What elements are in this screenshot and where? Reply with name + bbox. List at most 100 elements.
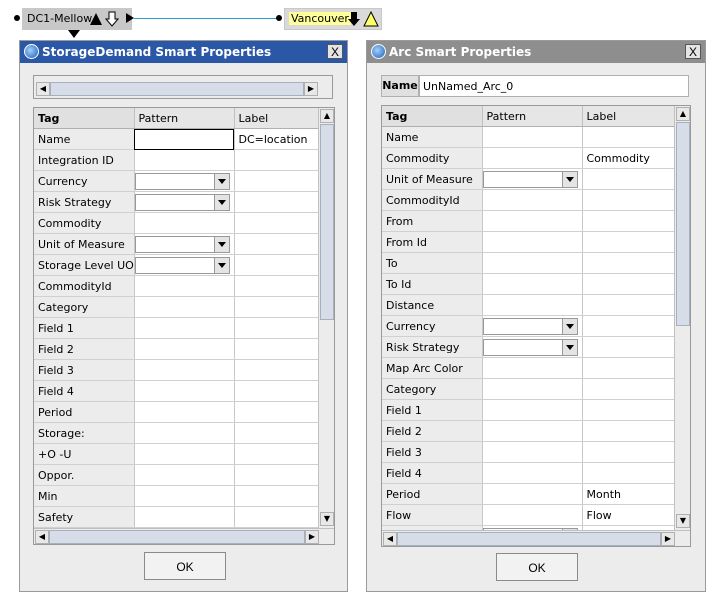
pattern-cell[interactable] (482, 462, 583, 484)
dialog-titlebar[interactable]: StorageDemand Smart Properties X (20, 41, 347, 63)
column-header-label[interactable]: Label (582, 106, 675, 127)
pattern-cell[interactable] (482, 210, 583, 232)
label-cell[interactable] (234, 464, 319, 486)
label-cell[interactable] (582, 462, 675, 484)
table-row[interactable]: Field 1 (382, 399, 675, 421)
pattern-cell[interactable] (482, 357, 583, 379)
label-cell[interactable] (234, 254, 319, 276)
horizontal-scroll-thumb[interactable] (50, 82, 304, 96)
pattern-cell[interactable] (134, 464, 235, 486)
label-cell[interactable] (234, 212, 319, 234)
dialog-titlebar[interactable]: Arc Smart Properties X (367, 41, 705, 63)
scroll-up-button[interactable]: ▲ (676, 107, 690, 121)
table-row[interactable]: Commodity (34, 212, 319, 234)
ok-button[interactable]: OK (144, 552, 226, 580)
table-row[interactable]: Period (34, 401, 319, 423)
pattern-cell[interactable] (134, 443, 235, 465)
table-row[interactable]: CommodityId (382, 189, 675, 211)
table-row[interactable]: Field 3 (382, 441, 675, 463)
table-row[interactable]: Period Month (382, 483, 675, 505)
chevron-down-icon[interactable] (561, 318, 577, 334)
label-cell[interactable] (234, 296, 319, 318)
label-cell[interactable] (582, 441, 675, 463)
pattern-cell[interactable] (482, 378, 583, 400)
label-cell[interactable] (582, 126, 675, 148)
pattern-cell[interactable] (134, 380, 235, 402)
table-row[interactable]: +O -U (34, 443, 319, 465)
label-cell[interactable]: Flow (582, 504, 675, 526)
table-row[interactable]: Safety (34, 506, 319, 528)
chevron-down-icon[interactable] (213, 194, 229, 210)
table-row[interactable]: Field 3 (34, 359, 319, 381)
pattern-dropdown[interactable] (134, 256, 230, 274)
label-cell[interactable] (582, 231, 675, 253)
label-cell[interactable] (234, 380, 319, 402)
label-cell[interactable] (234, 359, 319, 381)
pattern-dropdown[interactable] (482, 170, 578, 188)
label-cell[interactable] (582, 210, 675, 232)
pattern-cell[interactable] (134, 401, 235, 423)
pattern-cell[interactable] (482, 504, 583, 526)
horizontal-scroll-thumb[interactable] (49, 530, 305, 544)
pattern-cell[interactable] (134, 359, 235, 381)
table-row[interactable]: Storage: (34, 422, 319, 444)
label-cell[interactable] (582, 252, 675, 274)
label-cell[interactable] (234, 233, 319, 255)
scroll-down-button[interactable]: ▼ (676, 514, 690, 528)
chevron-down-icon[interactable] (561, 339, 577, 355)
table-row[interactable]: Distance (382, 294, 675, 316)
pattern-cell[interactable] (134, 128, 235, 150)
node-vancouver[interactable]: Vancouver (284, 8, 382, 30)
label-cell[interactable] (234, 506, 319, 528)
column-header-pattern[interactable]: Pattern (482, 106, 583, 127)
scroll-left-button[interactable]: ◀ (35, 530, 49, 544)
pattern-cell[interactable] (482, 483, 583, 505)
label-cell[interactable] (234, 191, 319, 213)
label-cell[interactable] (582, 189, 675, 211)
horizontal-scrollbar[interactable]: ◀ ▶ (382, 530, 690, 546)
table-row[interactable]: Field 4 (382, 462, 675, 484)
scroll-down-button[interactable]: ▼ (320, 512, 334, 526)
scroll-up-button[interactable]: ▲ (320, 109, 334, 123)
pattern-cell[interactable] (482, 231, 583, 253)
table-row[interactable]: Currency (34, 170, 319, 192)
table-row[interactable]: Map Arc Color (382, 357, 675, 379)
horizontal-scrollbar[interactable]: ◀ ▶ (34, 528, 334, 544)
pattern-cell[interactable] (482, 420, 583, 442)
label-cell[interactable] (234, 149, 319, 171)
pattern-dropdown[interactable] (134, 235, 230, 253)
label-cell[interactable] (234, 317, 319, 339)
vertical-scroll-thumb[interactable] (320, 124, 334, 320)
chevron-down-icon[interactable] (213, 236, 229, 252)
table-row[interactable]: From (382, 210, 675, 232)
pattern-cell[interactable] (482, 399, 583, 421)
table-row[interactable]: Risk Strategy (382, 336, 675, 358)
pattern-cell[interactable] (134, 149, 235, 171)
table-row[interactable]: Currency (382, 315, 675, 337)
table-row[interactable]: Integration ID (34, 149, 319, 171)
chevron-down-icon[interactable] (213, 257, 229, 273)
table-row[interactable]: Storage Level UOM (34, 254, 319, 276)
pattern-cell[interactable] (482, 147, 583, 169)
label-cell[interactable]: DC=location (234, 128, 319, 150)
table-row[interactable]: Commodity Commodity (382, 147, 675, 169)
table-row[interactable]: Flow Flow (382, 504, 675, 526)
pattern-cell[interactable] (482, 441, 583, 463)
pattern-cell[interactable] (134, 212, 235, 234)
ok-button[interactable]: OK (496, 553, 578, 581)
label-cell[interactable] (234, 422, 319, 444)
diagram-canvas[interactable]: DC1-Mellow Vancouver (0, 0, 721, 38)
close-button[interactable]: X (327, 44, 343, 59)
table-row[interactable]: Min (34, 485, 319, 507)
pattern-cell[interactable] (482, 315, 583, 337)
scroll-right-button[interactable]: ▶ (305, 530, 319, 544)
label-cell[interactable] (582, 420, 675, 442)
table-row[interactable]: Field 2 (34, 338, 319, 360)
pattern-cell[interactable] (134, 254, 235, 276)
pattern-cell[interactable] (134, 338, 235, 360)
label-cell[interactable] (582, 336, 675, 358)
table-row[interactable]: CommodityId (34, 275, 319, 297)
label-cell[interactable]: Commodity (582, 147, 675, 169)
label-cell[interactable] (234, 401, 319, 423)
pattern-cell[interactable] (134, 296, 235, 318)
